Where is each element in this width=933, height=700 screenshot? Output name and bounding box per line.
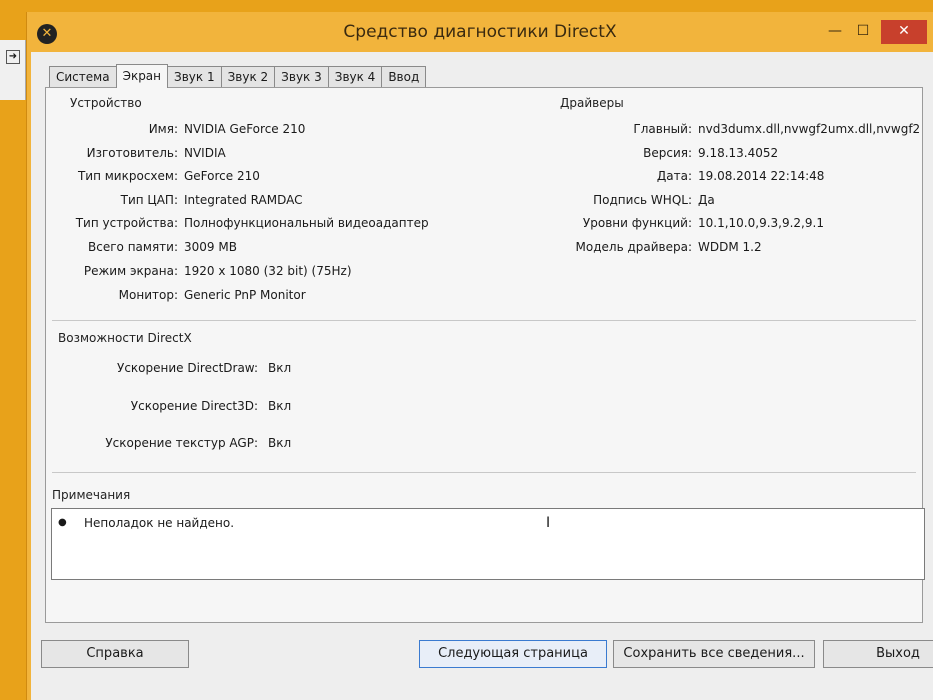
display-mode-value: 1920 x 1080 (32 bit) (75Hz) — [184, 264, 352, 278]
whql-value: Да — [698, 193, 715, 207]
notes-textbox[interactable]: ● Неполадок не найдено. I — [51, 508, 925, 580]
feature-levels-label: Уровни функций: — [582, 216, 692, 230]
drivers-group-title: Драйверы — [560, 96, 624, 110]
directdraw-label: Ускорение DirectDraw: — [117, 361, 258, 375]
tab-system[interactable]: Система — [49, 66, 117, 88]
total-memory-label: Всего памяти: — [88, 240, 178, 254]
agp-label: Ускорение текстур AGP: — [105, 436, 258, 450]
minimize-button[interactable]: — — [821, 20, 849, 44]
main-driver-label: Главный: — [633, 122, 692, 136]
direct3d-value: Вкл — [268, 399, 292, 413]
maximize-button[interactable]: ☐ — [849, 20, 877, 44]
tab-input[interactable]: Ввод — [381, 66, 427, 88]
tab-display[interactable]: Экран — [115, 64, 169, 88]
driver-date-value: 19.08.2014 22:14:48 — [698, 169, 825, 183]
device-type-label: Тип устройства: — [75, 216, 178, 230]
driver-model-value: WDDM 1.2 — [698, 240, 762, 254]
direct3d-label: Ускорение Direct3D: — [130, 399, 258, 413]
exit-button[interactable]: Выход — [823, 640, 933, 668]
tab-sound-4[interactable]: Звук 4 — [327, 66, 383, 88]
dac-type-label: Тип ЦАП: — [120, 193, 178, 207]
total-memory-value: 3009 MB — [184, 240, 237, 254]
chip-type-label: Тип микросхем: — [77, 169, 178, 183]
monitor-label: Монитор: — [118, 288, 178, 302]
manufacturer-value: NVIDIA — [184, 146, 226, 160]
help-button[interactable]: Справка — [41, 640, 189, 668]
window-client: Система Экран Звук 1 Звук 2 Звук 3 Звук … — [31, 52, 933, 700]
feature-levels-value: 10.1,10.0,9.3,9.2,9.1 — [698, 216, 824, 230]
device-name-label: Имя: — [148, 122, 178, 136]
device-group-title: Устройство — [70, 96, 142, 110]
save-all-info-button[interactable]: Сохранить все сведения... — [613, 640, 815, 668]
device-type-value: Полнофункциональный видеоадаптер — [184, 216, 429, 230]
monitor-value: Generic PnP Monitor — [184, 288, 306, 302]
display-tab-panel: Устройство Имя: NVIDIA GeForce 210 Изгот… — [45, 87, 925, 623]
driver-date-label: Дата: — [656, 169, 692, 183]
dac-type-value: Integrated RAMDAC — [184, 193, 303, 207]
title-bar[interactable]: ✕ Средство диагностики DirectX — ☐ ✕ — [27, 12, 933, 52]
close-button[interactable]: ✕ — [881, 20, 927, 44]
agp-value: Вкл — [268, 436, 292, 450]
main-driver-value: nvd3dumx.dll,nvwgf2umx.dll,nvwgf2 — [698, 122, 921, 136]
driver-model-label: Модель драйвера: — [575, 240, 692, 254]
bullet-icon: ● — [58, 517, 67, 528]
tab-sound-2[interactable]: Звук 2 — [220, 66, 276, 88]
device-name-value: NVIDIA GeForce 210 — [184, 122, 306, 136]
tab-sound-3[interactable]: Звук 3 — [274, 66, 329, 88]
window-title: Средство диагностики DirectX — [343, 22, 617, 42]
dxdiag-window: ✕ Средство диагностики DirectX — ☐ ✕ Сис… — [26, 12, 933, 700]
display-mode-label: Режим экрана: — [83, 264, 178, 278]
tab-strip: Система Экран Звук 1 Звук 2 Звук 3 Звук … — [49, 64, 427, 88]
driver-version-label: Версия: — [643, 146, 692, 160]
driver-version-value: 9.18.13.4052 — [698, 146, 779, 160]
notes-title: Примечания — [52, 488, 131, 502]
note-item: Неполадок не найдено. — [84, 516, 235, 530]
whql-label: Подпись WHQL: — [593, 193, 692, 207]
separator — [52, 472, 916, 473]
desktop-shortcut-icon[interactable]: ➜ — [6, 50, 20, 64]
desktop-edge: ➜ — [0, 40, 26, 100]
directx-features-title: Возможности DirectX — [58, 331, 192, 345]
tab-sound-1[interactable]: Звук 1 — [167, 66, 222, 88]
separator — [52, 320, 916, 321]
manufacturer-label: Изготовитель: — [86, 146, 178, 160]
directdraw-value: Вкл — [268, 361, 292, 375]
text-cursor-icon: I — [546, 515, 551, 531]
chip-type-value: GeForce 210 — [184, 169, 260, 183]
next-page-button[interactable]: Следующая страница — [419, 640, 607, 668]
